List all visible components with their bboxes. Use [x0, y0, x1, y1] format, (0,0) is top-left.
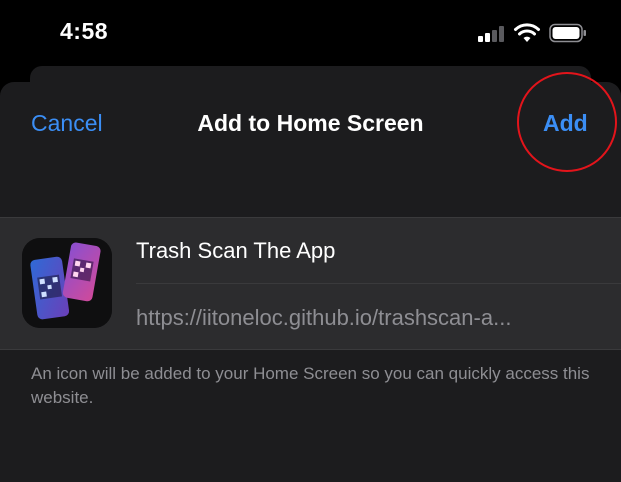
battery-icon	[549, 23, 586, 43]
app-icon	[22, 238, 112, 328]
status-bar: 4:58	[0, 0, 621, 70]
bookmark-url: https://iitoneloc.github.io/trashscan-a.…	[136, 305, 512, 330]
row-divider	[136, 283, 621, 284]
cellular-signal-icon	[478, 26, 506, 42]
add-button-highlight-circle	[517, 72, 617, 172]
footer-note: An icon will be added to your Home Scree…	[31, 364, 590, 407]
bookmark-name-field[interactable]	[136, 238, 606, 264]
wifi-icon	[514, 23, 540, 42]
status-time: 4:58	[60, 18, 109, 44]
phone-qr-icon	[22, 238, 112, 328]
